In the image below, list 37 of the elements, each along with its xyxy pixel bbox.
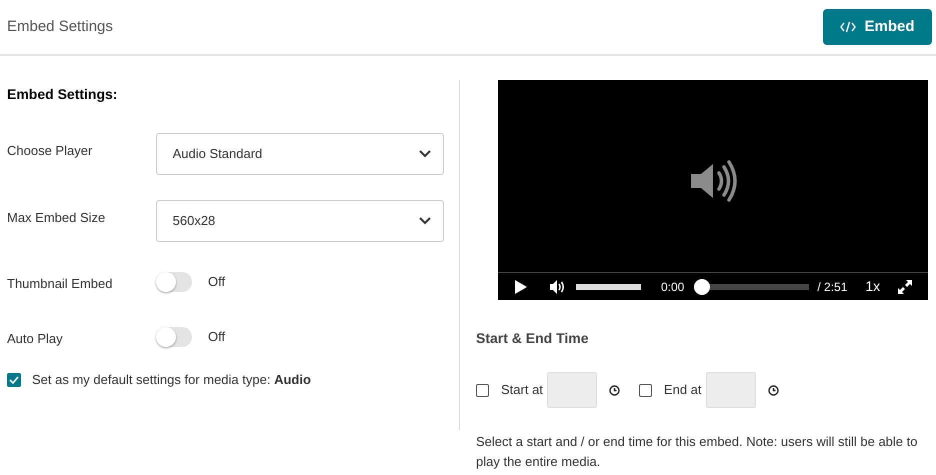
field-label: Choose Player xyxy=(7,142,94,160)
checkbox[interactable] xyxy=(7,372,21,387)
clock-icon xyxy=(608,384,620,396)
time-input-field[interactable] xyxy=(546,372,597,408)
select-field[interactable]: Audio Standard xyxy=(156,133,444,175)
toggle-state-label: Off xyxy=(208,328,226,346)
checkbox-label: Set as my default settings for media type: Audio xyxy=(32,371,311,389)
volume-slider[interactable] xyxy=(576,284,641,290)
current-time: 0:00 xyxy=(661,278,684,296)
embed-button[interactable]: Embed xyxy=(823,9,932,45)
checkbox-label: End at xyxy=(664,381,702,400)
toggle-state-label: Off xyxy=(208,273,226,292)
chevron-down-icon xyxy=(419,150,431,158)
toggle-switch[interactable] xyxy=(156,272,192,292)
help-text: Select a start and / or end time for this embed. Note: users will still be able to play the entire media. xyxy=(476,433,918,471)
playback-speed-button[interactable]: 1x xyxy=(865,276,880,297)
fullscreen-button[interactable] xyxy=(898,280,912,294)
speaker-icon xyxy=(689,159,737,203)
select-field[interactable]: 560x28 xyxy=(156,200,444,242)
chevron-down-icon xyxy=(419,217,431,225)
checkbox[interactable] xyxy=(638,384,652,396)
checkbox-label: Start at xyxy=(501,381,543,400)
section-heading: Start & End Time xyxy=(476,329,590,348)
progress-slider[interactable] xyxy=(694,278,810,294)
duration-time: / 2:51 xyxy=(817,278,848,296)
time-input-field[interactable] xyxy=(706,372,756,408)
code-icon xyxy=(840,21,856,33)
field-label: Auto Play xyxy=(7,330,64,348)
page-title: Embed Settings xyxy=(7,16,113,37)
field-label: Thumbnail Embed xyxy=(7,275,114,294)
play-button[interactable] xyxy=(515,280,527,294)
toggle-switch[interactable] xyxy=(156,327,192,347)
clock-icon xyxy=(768,384,779,396)
checkbox[interactable] xyxy=(476,384,489,396)
section-heading: Embed Settings: xyxy=(7,85,118,104)
field-label: Max Embed Size xyxy=(7,209,106,228)
volume-button[interactable] xyxy=(550,280,566,294)
